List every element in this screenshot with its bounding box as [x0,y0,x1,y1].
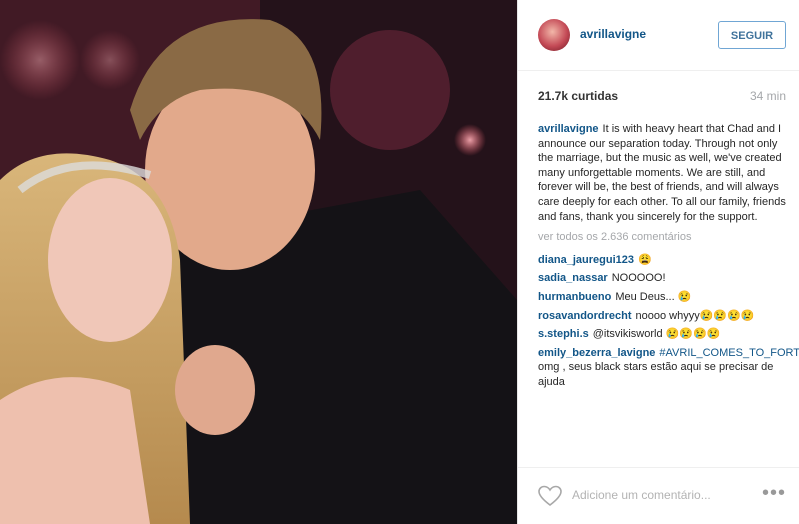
comment-username[interactable]: hurmanbueno [538,291,611,303]
comment-username[interactable]: diana_jauregui123 [538,254,634,266]
follow-button[interactable]: SEGUIR [718,21,786,49]
post-header: avrillavigne SEGUIR [518,0,799,71]
comment-username[interactable]: s.stephi.s [538,328,589,340]
profile-avatar[interactable] [538,19,570,51]
comment-item: s.stephi.s @itsvikisworld 😢😢😢😢 [538,327,788,342]
post-side-panel: avrillavigne SEGUIR 21.7k curtidas 34 mi… [517,0,799,524]
caption: avrillavigne It is with heavy heart that … [538,122,788,224]
comment-text: noooo whyyy😢😢😢😢 [635,309,755,322]
comments-list: avrillavigne It is with heavy heart that … [538,122,799,394]
more-options-icon[interactable]: ••• [762,482,786,505]
comment-item: emily_bezerra_lavigne #AVRIL_COMES_TO_FOR… [538,346,799,390]
post-photo[interactable] [0,0,517,524]
comment-text: @itsvikisworld 😢😢😢😢 [592,328,721,341]
view-all-comments-link[interactable]: ver todos os 2.636 comentários [538,230,788,245]
comment-username[interactable]: rosavandordrecht [538,310,632,322]
caption-text: It is with heavy heart that Chad and I a… [538,123,786,223]
comment-text: omg , seus black stars estão aqui se pre… [538,361,774,388]
comment-text: NOOOOO! [611,272,666,285]
comment-username[interactable]: sadia_nassar [538,272,608,284]
add-comment-input[interactable]: Adicione um comentário... [572,488,711,502]
comment-item: sadia_nassar NOOOOO! [538,271,788,286]
heart-icon[interactable] [538,485,562,507]
comment-text: 😩 [638,253,652,266]
caption-username[interactable]: avrillavigne [538,123,599,135]
post-time: 34 min [749,89,786,103]
comment-item: hurmanbueno Meu Deus... 😢 [538,290,788,305]
comment-item: diana_jauregui123 😩 [538,253,788,268]
comment-hashtag[interactable]: #AVRIL_COMES_TO_FORTALEZA [659,347,799,359]
post-footer: Adicione um comentário... ••• [518,467,799,524]
wedding-photo-illustration [0,0,517,524]
comment-username[interactable]: emily_bezerra_lavigne [538,347,655,359]
comment-text: Meu Deus... 😢 [615,290,692,303]
likes-count[interactable]: 21.7k curtidas [538,89,618,103]
post-username[interactable]: avrillavigne [580,27,646,41]
comment-item: rosavandordrecht noooo whyyy😢😢😢😢 [538,309,788,324]
